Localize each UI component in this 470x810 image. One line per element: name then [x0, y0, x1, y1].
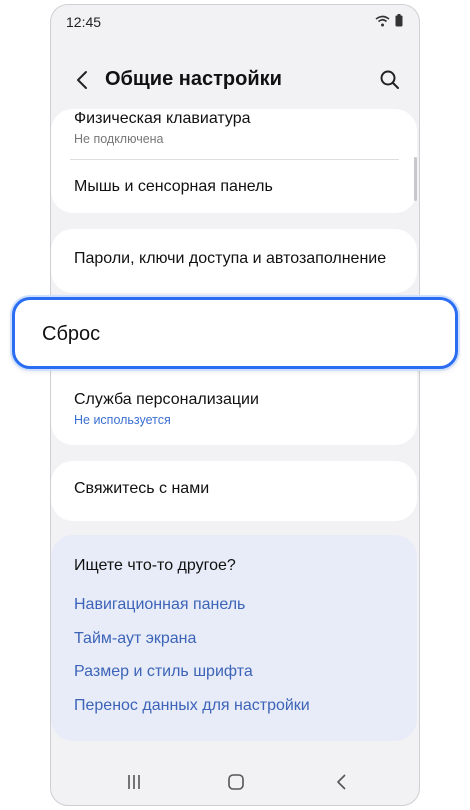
suggestions-panel: Ищете что-то другое? Навигационная панел…	[51, 535, 417, 741]
list-item-mouse-touchpad[interactable]: Мышь и сенсорная панель	[51, 178, 417, 196]
divider	[70, 159, 399, 160]
phone-screen: 12:45 Общие настройки Физическая клавиат…	[50, 4, 420, 806]
home-icon[interactable]	[226, 772, 246, 792]
item-label: Сброс	[42, 323, 101, 345]
status-icons	[375, 14, 403, 27]
settings-card-input: Физическая клавиатура Не подключена Мышь…	[51, 109, 417, 213]
item-label: Мышь и сенсорная панель	[74, 178, 273, 195]
battery-icon	[395, 14, 403, 27]
page-title: Общие настройки	[105, 68, 282, 90]
suggestions-heading: Ищете что-то другое?	[74, 557, 236, 574]
item-status: Не используется	[74, 413, 171, 427]
back-arrow-icon[interactable]	[70, 67, 96, 93]
navigation-bar	[51, 759, 419, 805]
back-nav-icon[interactable]	[332, 772, 352, 792]
item-label: Свяжитесь с нами	[74, 480, 210, 497]
scrollbar[interactable]	[414, 157, 417, 201]
suggestion-link-navigation-bar[interactable]: Навигационная панель	[74, 596, 245, 614]
settings-card-passwords: Пароли, ключи доступа и автозаполнение	[51, 229, 417, 293]
app-bar: Общие настройки	[51, 57, 419, 105]
list-item-passwords-autofill[interactable]: Пароли, ключи доступа и автозаполнение	[51, 250, 417, 268]
item-status: Не подключена	[74, 132, 164, 146]
suggestion-link-font-size-style[interactable]: Размер и стиль шрифта	[74, 663, 253, 681]
list-item-physical-keyboard[interactable]: Физическая клавиатура Не подключена	[51, 110, 417, 146]
item-label: Физическая клавиатура	[74, 110, 251, 127]
recent-apps-icon[interactable]	[124, 772, 144, 792]
search-icon[interactable]	[377, 67, 403, 93]
status-time: 12:45	[66, 14, 102, 30]
settings-card-contact: Свяжитесь с нами	[51, 461, 417, 521]
list-item-reset[interactable]: Сброс	[12, 297, 458, 369]
status-bar: 12:45	[51, 5, 419, 39]
suggestion-link-screen-timeout[interactable]: Тайм-аут экрана	[74, 630, 196, 648]
item-label: Служба персонализации	[74, 391, 259, 408]
list-item-contact-us[interactable]: Свяжитесь с нами	[51, 480, 417, 498]
item-label: Пароли, ключи доступа и автозаполнение	[74, 250, 387, 267]
list-item-personalization-service[interactable]: Служба персонализации Не используется	[51, 391, 417, 427]
wifi-icon	[375, 15, 390, 26]
suggestion-link-data-transfer[interactable]: Перенос данных для настройки	[74, 697, 310, 715]
